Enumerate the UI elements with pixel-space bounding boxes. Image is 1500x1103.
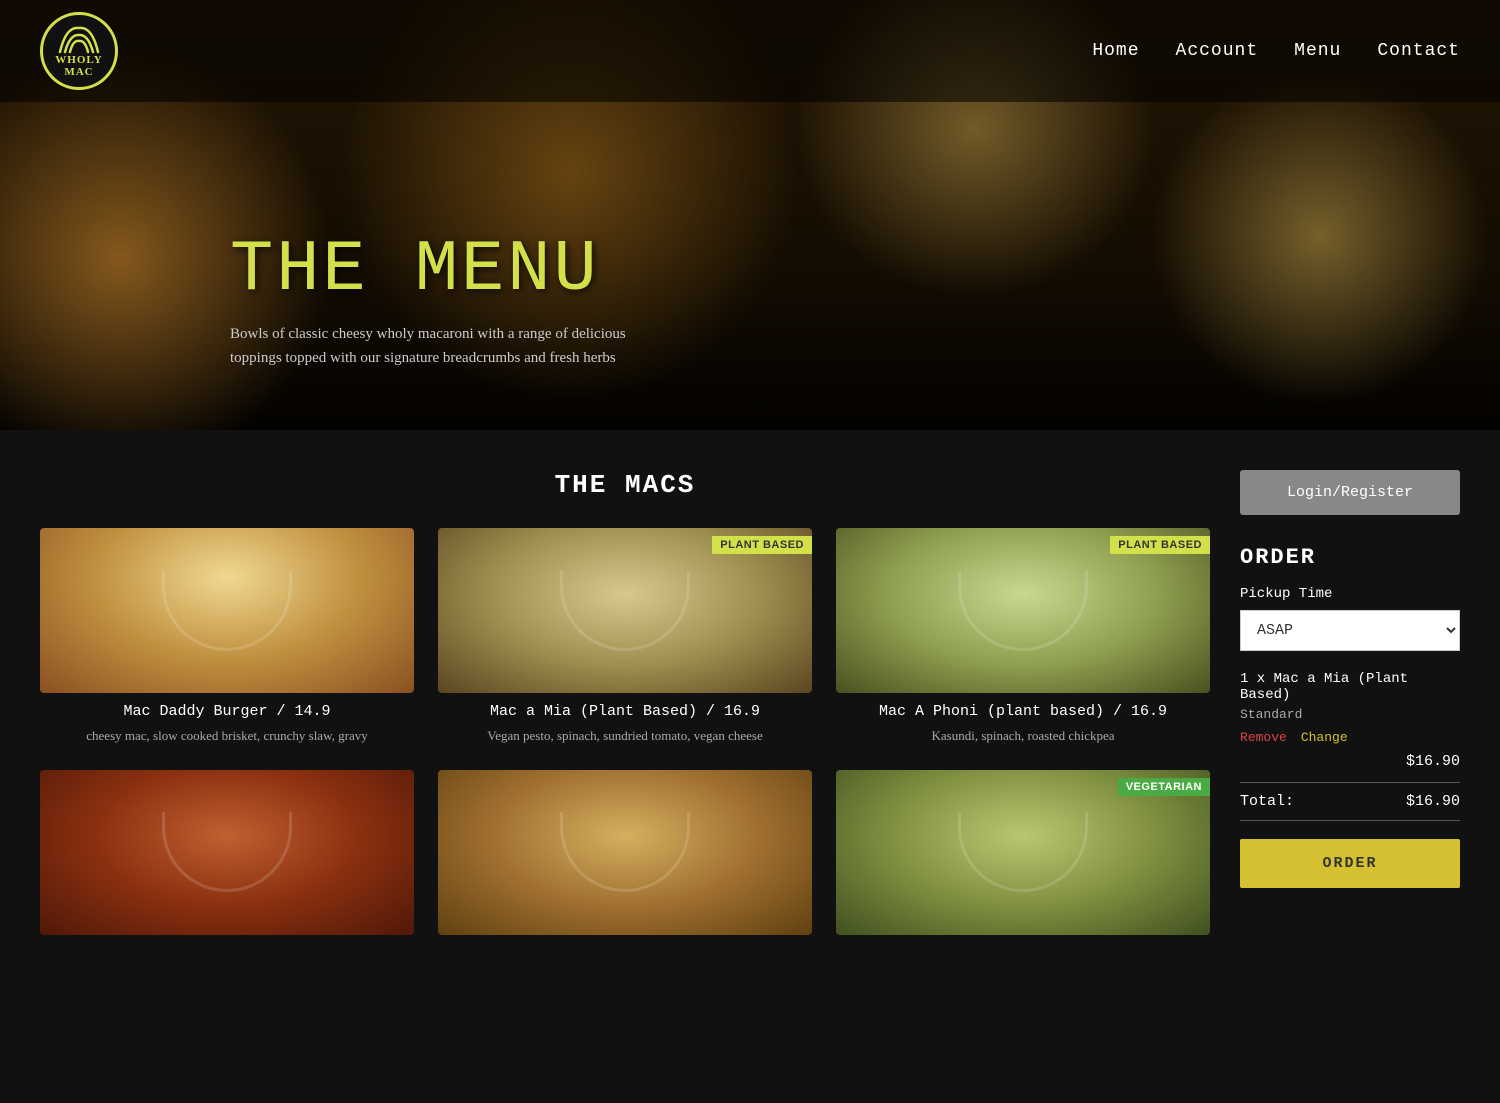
card-image-wrap: VEGETARIAN	[836, 770, 1210, 935]
menu-card-2[interactable]: PLANT BASED Mac A Phoni (plant based) / …	[836, 528, 1210, 746]
item-price: $16.90	[1240, 753, 1460, 770]
order-section: Order Pickup Time ASAP15 mins30 mins45 m…	[1240, 545, 1460, 888]
navbar: Wholy Mac Home Account Menu Contact	[0, 0, 1500, 102]
bowl-overlay	[560, 571, 690, 651]
section-title: The Macs	[40, 470, 1210, 500]
bowl-overlay	[958, 812, 1088, 892]
card-desc: Vegan pesto, spinach, sundried tomato, v…	[438, 726, 812, 746]
nav-contact[interactable]: Contact	[1377, 41, 1460, 61]
divider-2	[1240, 820, 1460, 821]
menu-card-0[interactable]: Mac Daddy Burger / 14.9 cheesy mac, slow …	[40, 528, 414, 746]
card-image-wrap	[40, 528, 414, 693]
nav-account[interactable]: Account	[1176, 41, 1259, 61]
card-image-wrap	[438, 770, 812, 935]
card-image-wrap	[40, 770, 414, 935]
bowl-overlay	[560, 812, 690, 892]
remove-button[interactable]: Remove	[1240, 730, 1287, 745]
menu-area: The Macs Mac Daddy Burger / 14.9 cheesy m…	[40, 470, 1210, 935]
card-badge: VEGETARIAN	[1118, 778, 1210, 796]
card-image	[40, 770, 414, 935]
nav-menu[interactable]: Menu	[1294, 41, 1341, 61]
order-actions: Remove Change	[1240, 730, 1460, 745]
card-desc: cheesy mac, slow cooked brisket, crunchy…	[40, 726, 414, 746]
card-image	[438, 770, 812, 935]
logo[interactable]: Wholy Mac	[40, 12, 118, 90]
card-image-wrap: PLANT BASED	[836, 528, 1210, 693]
bowl-overlay	[958, 571, 1088, 651]
hero-title: The Menu	[230, 234, 630, 306]
card-image	[40, 528, 414, 693]
order-title: Order	[1240, 545, 1460, 570]
card-badge: PLANT BASED	[712, 536, 812, 554]
menu-card-3[interactable]	[40, 770, 414, 935]
total-value: $16.90	[1406, 793, 1460, 810]
logo-text: Wholy Mac	[43, 54, 115, 78]
cart-item-name: 1 x Mac a Mia (Plant Based)	[1240, 671, 1460, 703]
pickup-time-select[interactable]: ASAP15 mins30 mins45 mins60 mins	[1240, 610, 1460, 651]
order-button[interactable]: ORDER	[1240, 839, 1460, 888]
change-button[interactable]: Change	[1301, 730, 1348, 745]
logo-circle: Wholy Mac	[40, 12, 118, 90]
bowl-overlay	[162, 571, 292, 651]
card-badge: PLANT BASED	[1110, 536, 1210, 554]
card-name: Mac Daddy Burger / 14.9	[40, 703, 414, 720]
menu-grid: Mac Daddy Burger / 14.9 cheesy mac, slow …	[40, 528, 1210, 935]
menu-card-5[interactable]: VEGETARIAN	[836, 770, 1210, 935]
login-register-button[interactable]: Login/Register	[1240, 470, 1460, 515]
cart-item-variant: Standard	[1240, 707, 1460, 722]
hero-content: The Menu Bowls of classic cheesy wholy m…	[230, 234, 630, 370]
main-content: The Macs Mac Daddy Burger / 14.9 cheesy m…	[0, 430, 1500, 975]
sidebar: Login/Register Order Pickup Time ASAP15 …	[1240, 470, 1460, 935]
menu-card-4[interactable]	[438, 770, 812, 935]
bowl-overlay	[162, 812, 292, 892]
card-name: Mac a Mia (Plant Based) / 16.9	[438, 703, 812, 720]
nav-home[interactable]: Home	[1092, 41, 1139, 61]
total-label: Total:	[1240, 793, 1294, 810]
card-desc: Kasundi, spinach, roasted chickpea	[836, 726, 1210, 746]
pickup-label: Pickup Time	[1240, 586, 1460, 602]
card-name: Mac A Phoni (plant based) / 16.9	[836, 703, 1210, 720]
hero-subtitle: Bowls of classic cheesy wholy macaroni w…	[230, 322, 630, 370]
order-total: Total: $16.90	[1240, 793, 1460, 810]
card-image-wrap: PLANT BASED	[438, 528, 812, 693]
menu-card-1[interactable]: PLANT BASED Mac a Mia (Plant Based) / 16…	[438, 528, 812, 746]
nav-links: Home Account Menu Contact	[1092, 41, 1460, 61]
divider-1	[1240, 782, 1460, 783]
